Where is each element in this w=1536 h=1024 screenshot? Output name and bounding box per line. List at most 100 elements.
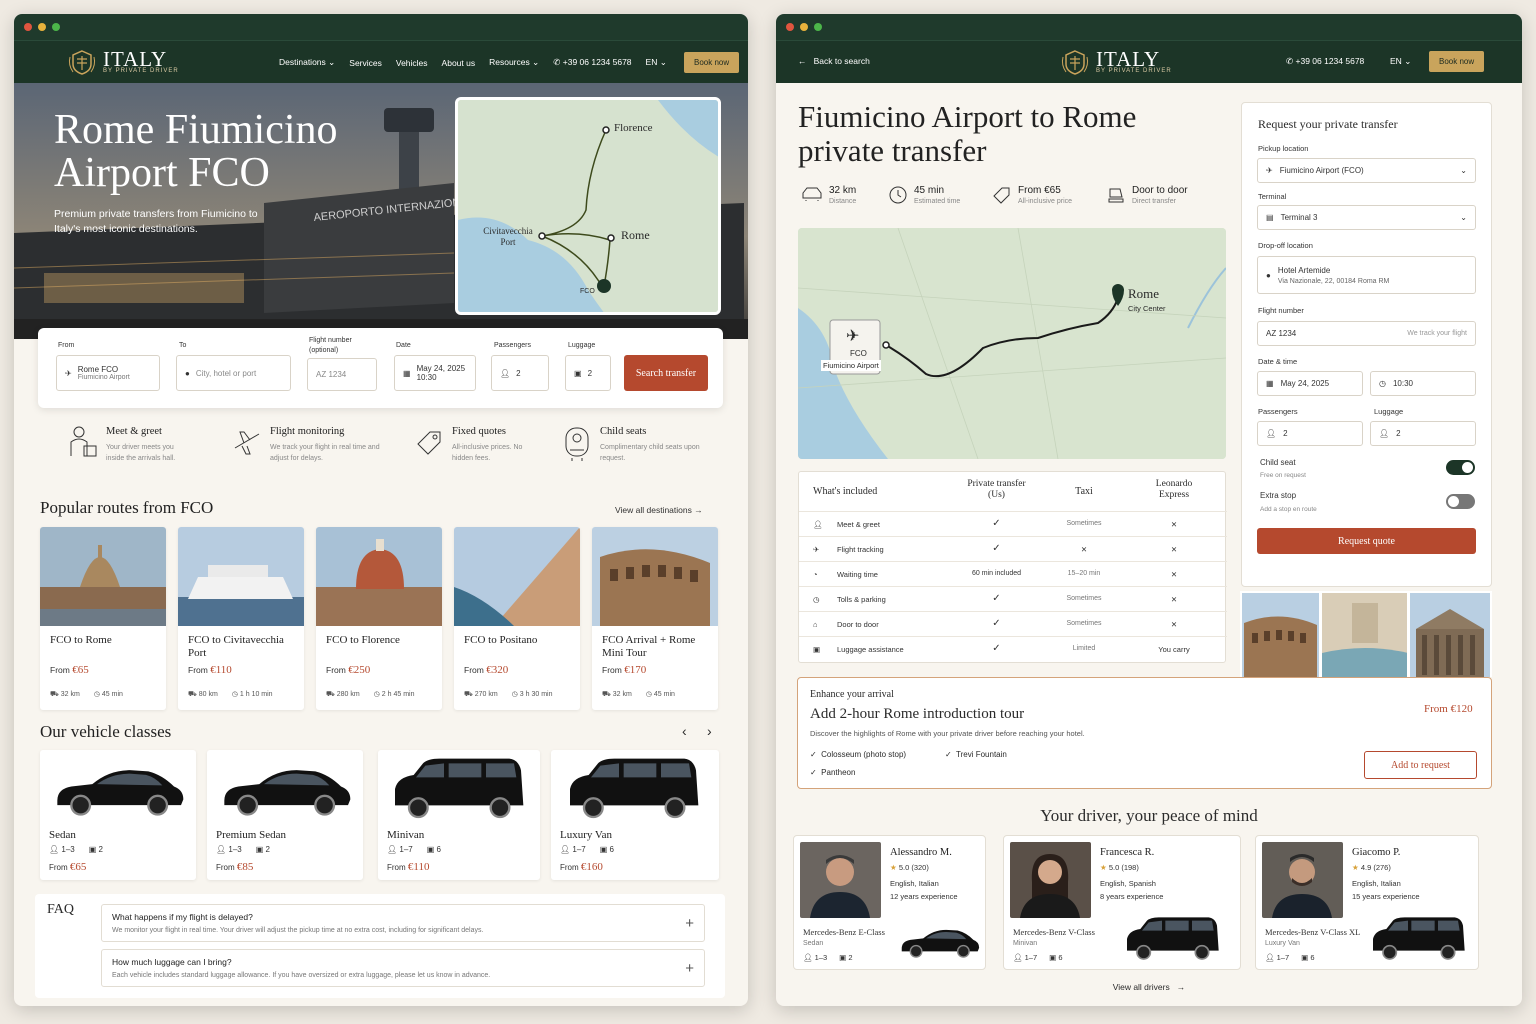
- route-duration: ◷ 45 min: [646, 690, 675, 699]
- route-card[interactable]: FCO Arrival + Rome Mini Tour From €170 ⛟…: [592, 527, 718, 710]
- nav-destinations[interactable]: Destinations ⌄: [279, 57, 335, 68]
- driver-luggage: 6: [1058, 953, 1063, 962]
- add-to-request-button[interactable]: Add to request: [1364, 751, 1477, 779]
- person-icon: 👤︎: [1266, 429, 1277, 438]
- luggage-field[interactable]: 👤︎ 2: [1370, 421, 1476, 446]
- luggage-icon: ▣: [813, 645, 821, 654]
- close-dot-icon[interactable]: [24, 23, 32, 31]
- nav-about[interactable]: About us: [442, 58, 476, 68]
- chevron-left-icon[interactable]: ‹: [682, 723, 687, 739]
- terminal-select[interactable]: ▤ Terminal 3 ⌄: [1257, 205, 1476, 230]
- table-cell: ✕: [1170, 620, 1178, 629]
- route-map[interactable]: Florence Civitavecchia Port Rome FCO: [455, 97, 721, 315]
- maximize-dot-icon[interactable]: [52, 23, 60, 31]
- vehicle-card[interactable]: Minivan 👤︎ 1–7 ▣ 6 From €110: [378, 750, 540, 880]
- logo[interactable]: ITALY BY PRIVATE DRIVER: [67, 47, 179, 77]
- minimize-dot-icon[interactable]: [800, 23, 808, 31]
- dropoff-label: Drop-off location: [1258, 241, 1313, 250]
- child-seat-label: Child seat: [1260, 458, 1296, 467]
- minimize-dot-icon[interactable]: [38, 23, 46, 31]
- time-field[interactable]: ◷ 10:30: [1370, 371, 1476, 396]
- phone-link[interactable]: ✆ +39 06 1234 5678: [1286, 56, 1364, 67]
- extra-stop-toggle[interactable]: [1446, 494, 1475, 509]
- passengers-field[interactable]: 👤︎ 2: [491, 355, 549, 391]
- to-field[interactable]: ● City, hotel or port: [176, 355, 291, 391]
- flight-field[interactable]: AZ 1234: [307, 358, 377, 391]
- driver-card[interactable]: Giacomo P. ★ 4.9 (276) English, Italian …: [1255, 835, 1479, 970]
- map-label-fiumicino: Fiumicino Airport: [821, 360, 881, 371]
- route-from-label: From: [602, 665, 622, 675]
- pickup-select[interactable]: ✈ Fiumicino Airport (FCO) ⌄: [1257, 158, 1476, 183]
- route-card[interactable]: FCO to Positano From €320 ⛟ 270 km ◷ 3 h …: [454, 527, 580, 710]
- map-label-civitavecchia: Civitavecchia Port: [483, 226, 533, 247]
- vehicle-card[interactable]: Premium Sedan 👤︎ 1–3 ▣ 2 From €85: [207, 750, 363, 880]
- capacity: 👤︎ 1–3: [803, 953, 827, 962]
- chevron-right-icon[interactable]: ›: [707, 723, 712, 739]
- back-to-search-link[interactable]: ← Back to search: [798, 56, 870, 66]
- transfer-map-graphic: [798, 228, 1226, 459]
- crest-icon: [1060, 47, 1090, 77]
- transfer-route-map[interactable]: ✈ FCO Fiumicino Airport Rome City Center: [798, 228, 1226, 459]
- nav-resources-label: Resources: [489, 57, 530, 67]
- driver-card[interactable]: Francesca R. ★ 5.0 (198) English, Spanis…: [1003, 835, 1241, 970]
- stat-label: All-inclusive price: [1018, 198, 1073, 205]
- passengers-field[interactable]: 👤︎ 2: [1257, 421, 1363, 446]
- stat-label: Estimated time: [914, 198, 961, 205]
- book-now-button[interactable]: Book now: [1429, 51, 1485, 72]
- luggage-field[interactable]: ▣ 2: [565, 355, 611, 391]
- top-navigation: ITALY BY PRIVATE DRIVER Destinations ⌄ S…: [14, 40, 748, 83]
- book-now-button[interactable]: Book now: [684, 52, 740, 73]
- route-distance-value: 32 km: [60, 691, 80, 698]
- faq-item[interactable]: How much luggage can I bring? Each vehic…: [101, 949, 705, 987]
- child-seat-toggle[interactable]: [1446, 460, 1475, 475]
- table-cell: ✓: [992, 593, 1001, 604]
- vehicle-card[interactable]: Sedan 👤︎ 1–3 ▣ 2 From €65: [40, 750, 196, 880]
- request-quote-button[interactable]: Request quote: [1257, 528, 1476, 554]
- driver-card[interactable]: Alessandro M. ★ 5.0 (320) English, Itali…: [793, 835, 986, 970]
- driver-car: Mercedes-Benz E-Class: [803, 927, 885, 937]
- nav-resources[interactable]: Resources ⌄: [489, 57, 539, 68]
- date-field[interactable]: ▦ May 24, 2025 10:30: [394, 355, 476, 391]
- route-distance-value: 32 km: [612, 691, 632, 698]
- vehicle-classes-heading: Our vehicle classes: [40, 722, 172, 741]
- logo[interactable]: ITALY BY PRIVATE DRIVER: [1060, 47, 1172, 77]
- vehicle-card[interactable]: Luxury Van 👤︎ 1–7 ▣ 6 From €160: [551, 750, 719, 880]
- stat-time: 45 min Estimated time: [888, 185, 960, 205]
- tag-icon: [993, 187, 1010, 204]
- language-selector[interactable]: EN ⌄: [1390, 56, 1411, 67]
- passengers-label: Passengers: [1258, 407, 1298, 416]
- faq-question: What happens if my flight is delayed?: [112, 912, 253, 922]
- driver-passengers: 1–3: [814, 953, 828, 962]
- vehicle-from-label: From: [387, 863, 406, 872]
- faq-item[interactable]: What happens if my flight is delayed? We…: [101, 904, 705, 942]
- driver-name: Alessandro M.: [890, 847, 952, 858]
- search-transfer-button[interactable]: Search transfer: [624, 355, 708, 391]
- language-selector[interactable]: EN ⌄: [646, 57, 667, 68]
- nav-vehicles[interactable]: Vehicles: [396, 58, 428, 68]
- from-field[interactable]: ✈ Rome FCO Fiumicino Airport: [56, 355, 160, 391]
- tour-item: ✓ Pantheon: [810, 768, 855, 777]
- view-all-drivers-link[interactable]: View all drivers →: [776, 982, 1522, 992]
- nav-services[interactable]: Services: [349, 58, 382, 68]
- view-all-destinations-link[interactable]: View all destinations →: [615, 505, 703, 515]
- close-dot-icon[interactable]: [786, 23, 794, 31]
- route-card[interactable]: FCO to Florence From €250 ⛟ 280 km ◷ 2 h …: [316, 527, 442, 710]
- cruise-ship-image: [178, 527, 304, 626]
- plus-icon[interactable]: +: [685, 960, 694, 977]
- route-card[interactable]: FCO to Rome From €65 ⛟ 32 km ◷ 45 min: [40, 527, 166, 710]
- maximize-dot-icon[interactable]: [814, 23, 822, 31]
- stat-price: From €65 All-inclusive price: [992, 185, 1072, 205]
- map-label-rome: Rome: [621, 228, 650, 242]
- phone-link[interactable]: ✆ +39 06 1234 5678: [553, 57, 631, 68]
- vehicle-name: Luxury Van: [560, 829, 613, 841]
- flight-number-field[interactable]: AZ 1234 We track your flight: [1257, 321, 1476, 346]
- plus-icon[interactable]: +: [685, 915, 694, 932]
- plane-icon: [234, 431, 260, 455]
- driver-experience: 15 years experience: [1352, 892, 1420, 901]
- route-card[interactable]: FCO to Civitavecchia Port From €110 ⛟ 80…: [178, 527, 304, 710]
- extra-stop-label: Extra stop: [1260, 491, 1297, 500]
- rome-tour-upsell: Enhance your arrival Add 2-hour Rome int…: [797, 677, 1492, 789]
- dropoff-field[interactable]: ● Hotel Artemide Via Nazionale, 22, 00184 …: [1257, 256, 1476, 294]
- capacity: 👤︎ 1–7: [1265, 953, 1289, 962]
- date-field[interactable]: ▦ May 24, 2025: [1257, 371, 1363, 396]
